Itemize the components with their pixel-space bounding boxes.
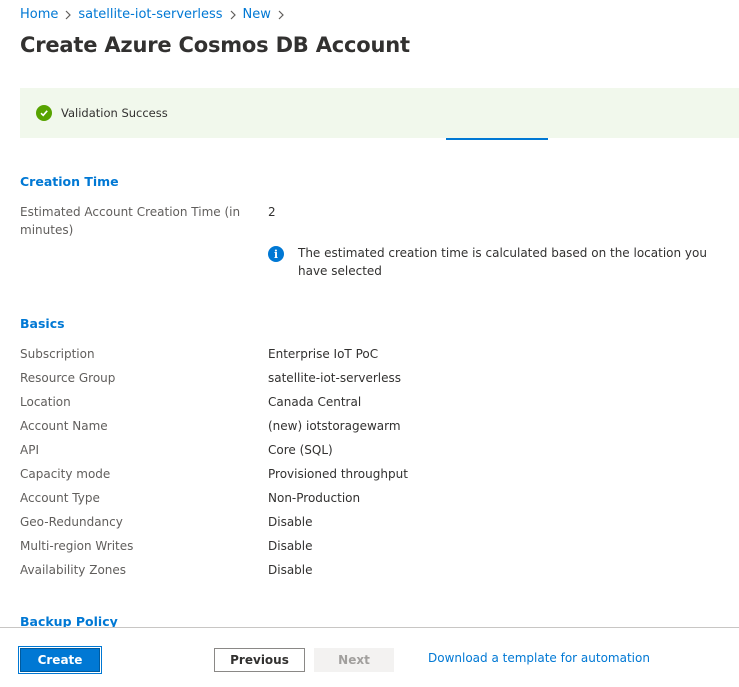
breadcrumb-home-link[interactable]: Home <box>20 7 58 22</box>
next-button: Next <box>314 648 394 672</box>
availability-zones-value: Disable <box>268 563 313 577</box>
api-label: API <box>20 443 39 457</box>
availability-zones-label: Availability Zones <box>20 563 127 577</box>
creation-time-info: i The estimated creation time is calcula… <box>268 244 728 280</box>
previous-button[interactable]: Previous <box>214 648 305 672</box>
multi-region-writes-value: Disable <box>268 539 313 553</box>
active-tab-indicator <box>446 138 548 140</box>
geo-redundancy-value: Disable <box>268 515 313 529</box>
breadcrumb-resource-group-link[interactable]: satellite-iot-serverless <box>78 7 222 22</box>
creation-time-value: 2 <box>268 205 276 219</box>
success-check-icon <box>36 105 52 121</box>
section-heading-creation-time: Creation Time <box>20 174 119 189</box>
account-name-value: (new) iotstoragewarm <box>268 419 401 433</box>
capacity-mode-label: Capacity mode <box>20 467 111 481</box>
capacity-mode-value: Provisioned throughput <box>268 467 408 481</box>
create-button[interactable]: Create <box>18 646 102 674</box>
account-type-value: Non-Production <box>268 491 361 505</box>
geo-redundancy-label: Geo-Redundancy <box>20 515 123 529</box>
validation-banner: Validation Success <box>20 88 739 138</box>
page-title: Create Azure Cosmos DB Account <box>20 33 410 57</box>
section-heading-basics: Basics <box>20 316 65 331</box>
account-type-label: Account Type <box>20 491 100 505</box>
download-template-link[interactable]: Download a template for automation <box>428 651 650 665</box>
multi-region-writes-label: Multi-region Writes <box>20 539 134 553</box>
subscription-value: Enterprise IoT PoC <box>268 347 379 361</box>
chevron-right-icon <box>225 7 241 22</box>
resource-group-label: Resource Group <box>20 371 116 385</box>
chevron-right-icon <box>60 7 76 22</box>
info-icon: i <box>268 246 284 262</box>
location-value: Canada Central <box>268 395 362 409</box>
subscription-label: Subscription <box>20 347 95 361</box>
account-name-label: Account Name <box>20 419 108 433</box>
location-label: Location <box>20 395 71 409</box>
chevron-right-icon <box>273 7 289 22</box>
resource-group-value: satellite-iot-serverless <box>268 371 402 385</box>
validation-message: Validation Success <box>61 106 168 120</box>
creation-time-info-text: The estimated creation time is calculate… <box>298 246 707 278</box>
creation-time-label: Estimated Account Creation Time (in minu… <box>20 205 241 237</box>
footer-divider <box>0 627 739 628</box>
breadcrumb: Home satellite-iot-serverless New <box>20 7 291 22</box>
api-value: Core (SQL) <box>268 443 333 457</box>
breadcrumb-new-link[interactable]: New <box>243 7 271 22</box>
